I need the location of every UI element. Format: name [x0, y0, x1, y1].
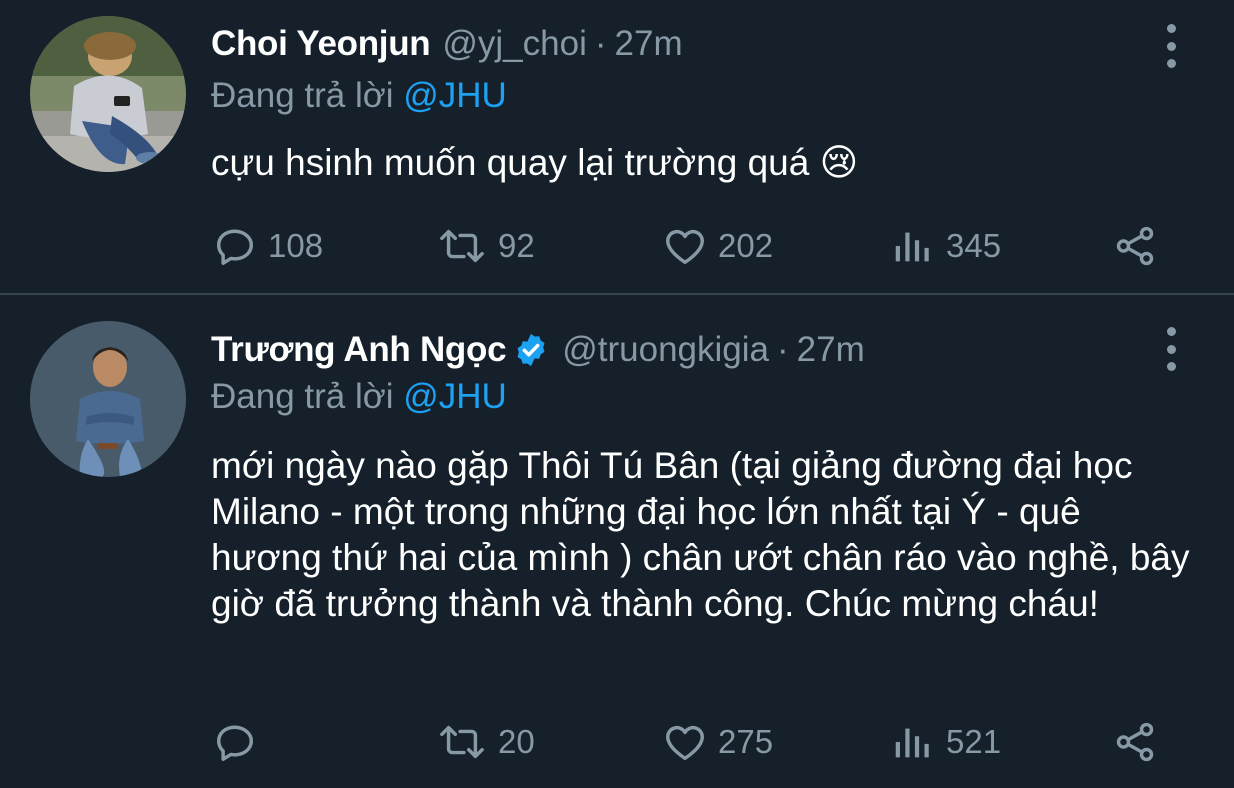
like-count: 275: [718, 723, 774, 760]
display-name[interactable]: Choi Yeonjun: [211, 24, 431, 64]
avatar[interactable]: [30, 321, 186, 477]
retweet-count: 20: [498, 723, 535, 760]
separator-dot: ·: [777, 330, 789, 369]
reply-icon: [216, 725, 254, 761]
more-vertical-icon[interactable]: [1162, 327, 1180, 371]
mention-link[interactable]: @JHU: [403, 377, 507, 416]
heart-icon: [666, 229, 704, 265]
retweet-icon: [440, 229, 484, 263]
retweet-button[interactable]: 92: [436, 221, 535, 271]
tweet-text: cựu hsinh muốn quay lại trường quá 😢: [211, 142, 859, 183]
like-count: 202: [718, 227, 774, 264]
heart-icon: [666, 725, 704, 761]
timestamp[interactable]: 27m: [797, 330, 865, 370]
separator-dot: ·: [594, 24, 607, 63]
retweet-count: 92: [498, 227, 535, 264]
reply-button[interactable]: [212, 717, 268, 767]
share-button[interactable]: [1112, 221, 1158, 271]
replying-prefix: Đang trả lời: [211, 377, 394, 416]
retweet-icon: [440, 725, 484, 759]
views-count: 345: [946, 227, 1002, 264]
share-button[interactable]: [1112, 717, 1158, 767]
action-bar: 20 275 521: [0, 717, 1234, 767]
mention-link[interactable]: @JHU: [403, 76, 507, 115]
reply-icon: [216, 229, 254, 265]
timestamp[interactable]: 27m: [615, 24, 683, 64]
replying-prefix: Đang trả lời: [211, 76, 394, 115]
tweet[interactable]: Choi Yeonjun @yj_choi · 27m Đang trả lời…: [0, 0, 1234, 293]
share-icon: [1116, 722, 1154, 762]
more-vertical-icon[interactable]: [1162, 24, 1180, 68]
like-button[interactable]: 202: [662, 221, 773, 271]
views-button[interactable]: 345: [890, 221, 1001, 271]
user-handle[interactable]: @yj_choi: [442, 24, 586, 64]
avatar[interactable]: [30, 16, 186, 172]
retweet-button[interactable]: 20: [436, 717, 535, 767]
views-icon: [895, 728, 929, 758]
like-button[interactable]: 275: [662, 717, 773, 767]
views-count: 521: [946, 723, 1002, 760]
tweet-header: Choi Yeonjun @yj_choi · 27m: [211, 22, 683, 66]
action-bar: 108 92 202 345: [0, 221, 1234, 271]
share-icon: [1116, 226, 1154, 266]
user-handle[interactable]: @truongkigia: [562, 330, 769, 370]
verified-badge-icon: [517, 333, 545, 367]
replying-to: Đang trả lời @JHU: [211, 377, 507, 417]
replying-to: Đang trả lời @JHU: [211, 76, 507, 116]
tweet[interactable]: Trương Anh Ngọc @truongkigia · 27m Đang …: [0, 295, 1234, 788]
tweet-text: mới ngày nào gặp Thôi Tú Bân (tại giảng …: [211, 445, 1190, 624]
display-name[interactable]: Trương Anh Ngọc: [211, 330, 507, 370]
tweet-header: Trương Anh Ngọc @truongkigia · 27m: [211, 328, 865, 372]
views-icon: [895, 232, 929, 262]
reply-button[interactable]: 108: [212, 221, 323, 271]
views-button[interactable]: 521: [890, 717, 1001, 767]
reply-count: 108: [268, 227, 324, 264]
